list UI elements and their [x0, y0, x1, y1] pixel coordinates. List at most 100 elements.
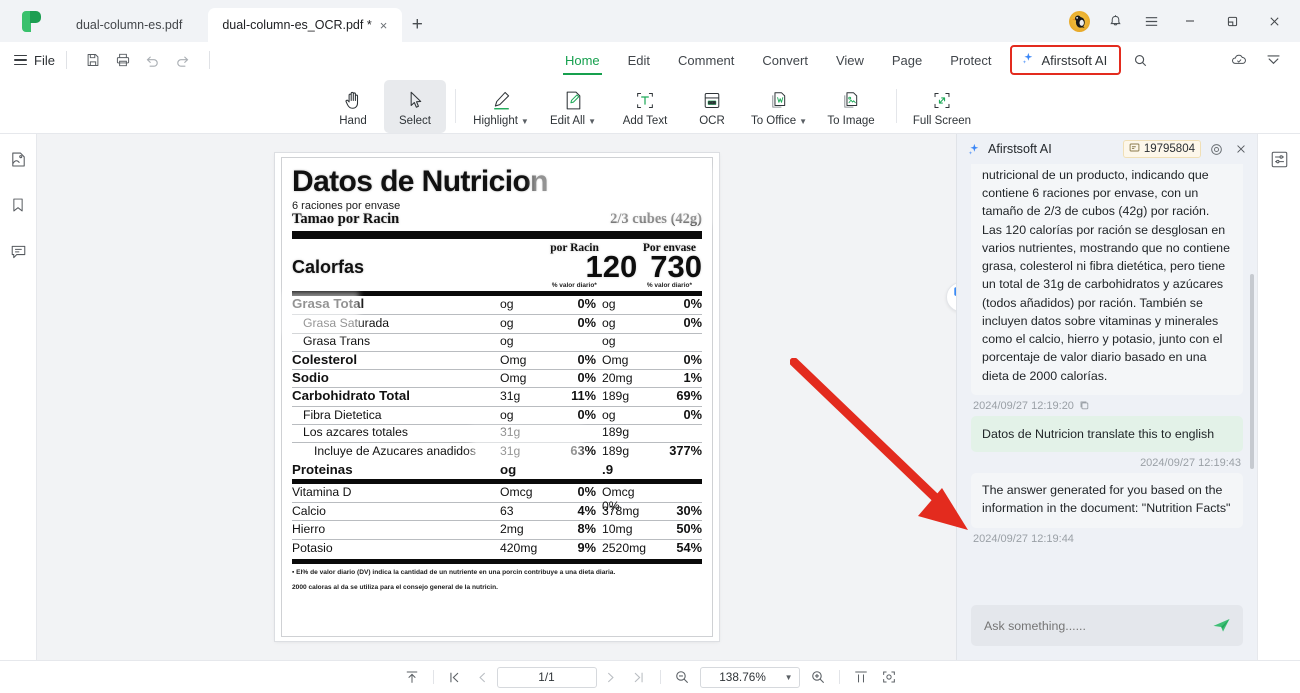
nutrient-amount-container: 189g	[602, 425, 630, 440]
file-menu-button[interactable]: File	[14, 53, 55, 68]
to-image-icon	[840, 85, 862, 112]
title-bar: dual-column-es.pdf dual-column-es_OCR.pd…	[0, 0, 1300, 42]
nutrient-name: Grasa Total	[292, 295, 365, 311]
copy-icon[interactable]	[1079, 400, 1090, 411]
status-bar: 1/1 138.76% ▼	[0, 660, 1300, 693]
micronutrient-name: Calcio	[292, 503, 326, 518]
new-tab-button[interactable]: +	[402, 8, 432, 42]
page-number-input[interactable]: 1/1	[496, 666, 597, 688]
serving-size-row: Tamao por Racin 2/3 cubes (42g)	[292, 211, 702, 228]
fit-width-icon[interactable]	[847, 665, 875, 689]
tool-full-screen[interactable]: Full Screen	[906, 80, 978, 133]
search-icon[interactable]	[1127, 47, 1153, 73]
tab-protect[interactable]: Protect	[936, 43, 1005, 77]
tab-label: Convert	[762, 52, 808, 68]
undo-icon[interactable]	[138, 46, 168, 74]
translate-button[interactable]: A W	[946, 282, 956, 312]
close-button[interactable]	[1254, 0, 1294, 42]
edit-document-icon	[563, 85, 584, 112]
tool-add-text[interactable]: Add Text	[609, 80, 681, 133]
nutrient-dv-serving: 0%	[577, 351, 597, 367]
tool-label: OCR	[699, 115, 725, 127]
bookmark-icon[interactable]	[5, 192, 31, 218]
credit-badge[interactable]: 19795804	[1122, 140, 1201, 158]
nutrient-row: Los azcares totales 31g 189g	[292, 424, 702, 442]
previous-page-icon[interactable]	[469, 665, 497, 689]
send-icon[interactable]	[1209, 614, 1233, 638]
divider	[838, 670, 840, 684]
nutrient-dv-serving: 0%	[577, 370, 597, 386]
tool-label: Full Screen	[912, 115, 972, 127]
tab-dual-column-es-ocr[interactable]: dual-column-es_OCR.pdf * ×	[208, 8, 403, 42]
assistant-message: nutricional de un producto, indicando qu…	[971, 164, 1243, 395]
next-page-icon[interactable]	[597, 665, 625, 689]
ai-input-box[interactable]	[971, 605, 1243, 646]
save-icon[interactable]	[78, 46, 108, 74]
tab-afirstsoft-ai[interactable]: Afirstsoft AI	[1010, 45, 1122, 75]
tool-edit-all[interactable]: Edit All ▼	[537, 80, 609, 133]
avatar[interactable]	[1062, 4, 1096, 38]
nutrient-row: Grasa Saturada og 0% og 0%	[292, 314, 702, 332]
tool-to-image[interactable]: To Image	[815, 80, 887, 133]
tab-home[interactable]: Home	[551, 43, 614, 77]
target-icon[interactable]	[1208, 141, 1225, 158]
nutrient-amount-serving: 31g	[500, 425, 521, 440]
calories-per-container: 730	[650, 248, 702, 284]
tab-page[interactable]: Page	[878, 43, 936, 77]
minimize-button[interactable]	[1170, 0, 1210, 42]
tool-ocr[interactable]: OCR OCR	[681, 80, 743, 133]
ribbon-tools-row: Hand Select Highlight ▼ Edit All ▼ Add T…	[0, 78, 1300, 134]
properties-panel-icon[interactable]	[1266, 146, 1292, 172]
redo-icon[interactable]	[168, 46, 198, 74]
dv-note-serving: % valor diario*	[551, 281, 597, 289]
fit-page-icon[interactable]	[875, 665, 903, 689]
cloud-sync-icon[interactable]	[1224, 46, 1254, 74]
first-page-icon[interactable]	[441, 665, 469, 689]
nutrient-row: Grasa Total og 0% og 0%	[292, 296, 702, 314]
ai-message-list[interactable]: nutricional de un producto, indicando qu…	[957, 164, 1257, 599]
nutrient-name: Fibra Dietetica	[303, 407, 382, 422]
collapse-ribbon-icon[interactable]	[1258, 46, 1288, 74]
tab-comment[interactable]: Comment	[664, 43, 748, 77]
tool-hand[interactable]: Hand	[322, 80, 384, 133]
nutrient-row: Colesterol Omg 0% Omg 0%	[292, 350, 702, 369]
nutrient-dv-container: 0%	[683, 295, 703, 311]
restore-button[interactable]	[1212, 0, 1252, 42]
afirstsoft-logo-icon	[21, 10, 41, 32]
zoom-level-select[interactable]: 138.76% ▼	[699, 666, 800, 688]
message-timestamp: 2024/09/27 12:19:20	[971, 395, 1243, 416]
thumbnail-icon[interactable]	[5, 146, 31, 172]
nutrition-title: Datos de Nutricion	[292, 165, 548, 198]
scroll-to-top-icon[interactable]	[398, 665, 426, 689]
nutrient-name: Carbohidrato Total	[292, 388, 410, 404]
credit-value: 19795804	[1143, 143, 1195, 155]
tool-label: Select	[399, 115, 431, 127]
tool-to-office[interactable]: To Office ▼	[743, 80, 815, 133]
tab-edit[interactable]: Edit	[614, 43, 664, 77]
tab-dual-column-es[interactable]: dual-column-es.pdf	[62, 8, 208, 42]
close-icon[interactable]: ×	[379, 19, 389, 32]
pdf-page[interactable]: Datos de Nutricion 6 raciones por envase…	[275, 153, 719, 641]
document-viewer[interactable]: Datos de Nutricion 6 raciones por envase…	[37, 134, 956, 660]
zoom-out-icon[interactable]	[668, 665, 696, 689]
nutrient-amount-serving: 31g	[500, 444, 521, 459]
bell-icon[interactable]	[1098, 4, 1132, 38]
micronutrient-dv-serving: 4%	[577, 502, 597, 518]
nutrient-amount-serving: Omg	[500, 352, 527, 367]
tool-select[interactable]: Select	[384, 79, 446, 133]
last-page-icon[interactable]	[625, 665, 653, 689]
menu-icon[interactable]	[1134, 4, 1168, 38]
tool-highlight[interactable]: Highlight ▼	[465, 80, 537, 133]
zoom-in-icon[interactable]	[804, 665, 832, 689]
tool-label-text: To Office	[750, 115, 797, 127]
daily-value-notes: % valor diario* % valor diario*	[292, 282, 702, 289]
chevron-down-icon: ▼	[520, 116, 529, 126]
close-icon[interactable]	[1232, 141, 1249, 158]
tab-view[interactable]: View	[822, 43, 878, 77]
comment-icon[interactable]	[5, 238, 31, 264]
print-icon[interactable]	[108, 46, 138, 74]
scrollbar[interactable]	[1250, 274, 1254, 469]
nutrient-amount-container: og	[602, 316, 616, 331]
ai-input-field[interactable]	[984, 618, 1209, 633]
tab-convert[interactable]: Convert	[748, 43, 822, 77]
